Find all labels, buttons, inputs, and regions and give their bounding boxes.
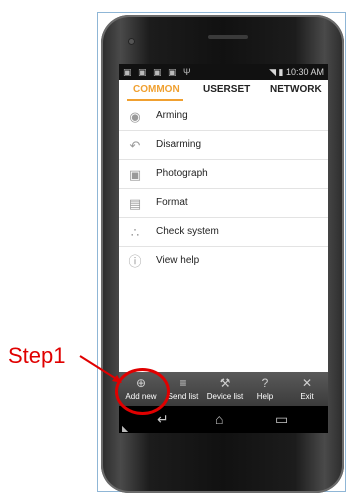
highlight-circle: [115, 368, 170, 415]
step-arrow: [79, 355, 122, 383]
step-arrow-line: [79, 355, 119, 381]
